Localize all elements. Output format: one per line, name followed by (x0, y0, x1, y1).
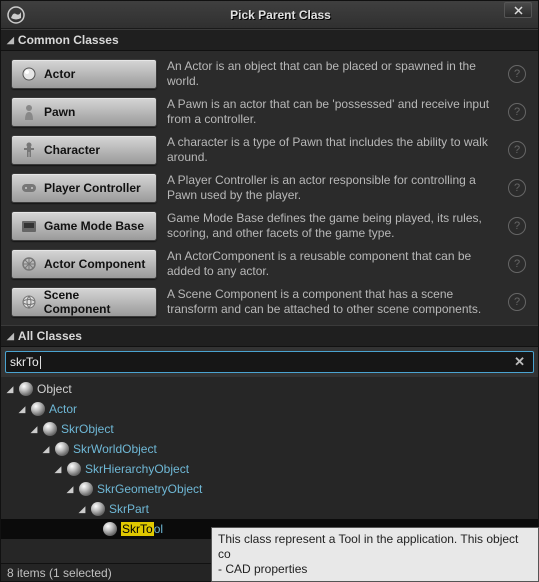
class-desc: A character is a type of Pawn that inclu… (163, 133, 502, 167)
tree-item[interactable]: ◢ SkrPart (1, 499, 538, 519)
class-row-game-mode: Game Mode Base Game Mode Base defines th… (5, 207, 534, 245)
expand-icon[interactable]: ◢ (77, 504, 87, 515)
expand-icon[interactable]: ◢ (17, 404, 27, 415)
class-sphere-icon (43, 422, 57, 436)
class-row-actor: Actor An Actor is an object that can be … (5, 55, 534, 93)
class-sphere-icon (103, 522, 117, 536)
class-button-game-mode[interactable]: Game Mode Base (11, 211, 157, 241)
tree-label: SkrHierarchyObject (85, 462, 189, 476)
class-desc: A Pawn is an actor that can be 'possesse… (163, 95, 502, 129)
class-button-actor-component[interactable]: Actor Component (11, 249, 157, 279)
text-caret (40, 356, 41, 369)
all-classes-header[interactable]: ◢ All Classes (1, 325, 538, 347)
class-sphere-icon (55, 442, 69, 456)
class-sphere-icon (19, 382, 33, 396)
common-classes-header[interactable]: ◢ Common Classes (1, 29, 538, 51)
class-sphere-icon (31, 402, 45, 416)
tree-label: Object (37, 382, 72, 396)
tree-label: Actor (49, 402, 77, 416)
tree-label: SkrPart (109, 502, 149, 516)
class-button-player-controller[interactable]: Player Controller (11, 173, 157, 203)
class-button-pawn[interactable]: Pawn (11, 97, 157, 127)
gamemode-icon (20, 217, 38, 235)
class-sphere-icon (91, 502, 105, 516)
expand-icon[interactable]: ◢ (65, 484, 75, 495)
scene-component-icon (20, 293, 38, 311)
class-button-actor[interactable]: Actor (11, 59, 157, 89)
tree-label: SkrObject (61, 422, 114, 436)
tree-label: SkrGeometryObject (97, 482, 202, 496)
expand-icon[interactable]: ◢ (29, 424, 39, 435)
tree-item[interactable]: ◢ SkrWorldObject (1, 439, 538, 459)
help-icon[interactable]: ? (508, 255, 526, 273)
help-icon[interactable]: ? (508, 217, 526, 235)
unreal-logo-icon (5, 4, 27, 26)
expand-icon[interactable]: ◢ (53, 464, 63, 475)
tree-item[interactable]: ◢ SkrHierarchyObject (1, 459, 538, 479)
tree-item[interactable]: ◢ Actor (1, 399, 538, 419)
tree-label: SkrTool (121, 522, 163, 536)
expand-icon[interactable]: ◢ (5, 384, 15, 395)
tree-label: SkrWorldObject (73, 442, 157, 456)
collapse-icon: ◢ (7, 35, 14, 46)
help-icon[interactable]: ? (508, 65, 526, 83)
help-icon[interactable]: ? (508, 103, 526, 121)
class-button-scene-component[interactable]: Scene Component (11, 287, 157, 317)
class-row-actor-component: Actor Component An ActorComponent is a r… (5, 245, 534, 283)
actor-component-icon (20, 255, 38, 273)
class-sphere-icon (67, 462, 81, 476)
help-icon[interactable]: ? (508, 293, 526, 311)
expand-icon[interactable]: ◢ (41, 444, 51, 455)
controller-icon (20, 179, 38, 197)
class-button-character[interactable]: Character (11, 135, 157, 165)
class-row-character: Character A character is a type of Pawn … (5, 131, 534, 169)
collapse-icon: ◢ (7, 331, 14, 342)
help-icon[interactable]: ? (508, 141, 526, 159)
class-desc: An ActorComponent is a reusable componen… (163, 247, 502, 281)
clear-search-icon[interactable]: ✕ (510, 354, 529, 370)
class-row-scene-component: Scene Component A Scene Component is a c… (5, 283, 534, 321)
tooltip: This class represent a Tool in the appli… (211, 527, 539, 582)
actor-icon (20, 65, 38, 83)
pawn-icon (20, 103, 38, 121)
window-title: Pick Parent Class (27, 8, 534, 22)
close-button[interactable] (504, 2, 532, 18)
titlebar: Pick Parent Class (1, 1, 538, 29)
class-desc: A Player Controller is an actor responsi… (163, 171, 502, 205)
class-desc: A Scene Component is a component that ha… (163, 285, 502, 319)
common-classes-list: Actor An Actor is an object that can be … (1, 51, 538, 325)
tree-item[interactable]: ◢ Object (1, 379, 538, 399)
tree-item[interactable]: ◢ SkrGeometryObject (1, 479, 538, 499)
help-icon[interactable]: ? (508, 179, 526, 197)
class-row-player-controller: Player Controller A Player Controller is… (5, 169, 534, 207)
class-desc: An Actor is an object that can be placed… (163, 57, 502, 91)
tree-item[interactable]: ◢ SkrObject (1, 419, 538, 439)
class-row-pawn: Pawn A Pawn is an actor that can be 'pos… (5, 93, 534, 131)
class-sphere-icon (79, 482, 93, 496)
class-desc: Game Mode Base defines the game being pl… (163, 209, 502, 243)
character-icon (20, 141, 38, 159)
search-input[interactable]: skrTo ✕ (5, 351, 534, 373)
